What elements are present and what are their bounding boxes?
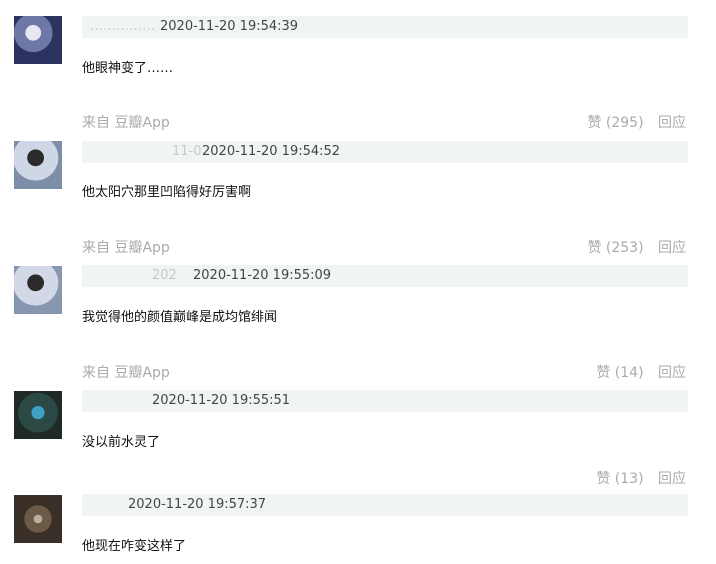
user-avatar-icon[interactable] xyxy=(14,266,62,314)
like-button[interactable]: 赞 (295) xyxy=(587,115,643,131)
comment-actions: 赞 (13) 回应 xyxy=(586,468,686,488)
comment-text: 他现在咋变这样了 xyxy=(82,539,187,554)
comment-meta: 赞 (13) 回应 xyxy=(82,468,690,488)
comment-source: 来自 豆瓣App xyxy=(82,240,170,256)
comment-text: 他太阳穴那里凹陷得好厉害啊 xyxy=(82,185,252,200)
comment-timestamp: 2020-11-20 19:54:52 xyxy=(202,144,341,159)
comment-source: 来自 豆瓣App xyxy=(82,365,170,381)
comment-actions: 赞 (253) 回应 xyxy=(577,237,686,257)
comment-timestamp: 2020-11-20 19:55:51 xyxy=(152,393,291,408)
comment-timestamp: 2020-11-20 19:55:09 xyxy=(193,268,332,283)
comment-time-bar: …………… 2020-11-20 19:54:39 xyxy=(82,16,688,38)
user-avatar-icon[interactable] xyxy=(14,495,62,543)
reply-button[interactable]: 回应 xyxy=(658,471,686,487)
like-button[interactable]: 赞 (253) xyxy=(587,240,643,256)
comment-actions: 赞 (14) 回应 xyxy=(586,362,686,382)
comment-meta: 来自 豆瓣App 赞 (295) 回应 xyxy=(82,112,690,132)
user-avatar-icon[interactable] xyxy=(14,16,62,64)
comment-timestamp: 2020-11-20 19:54:39 xyxy=(160,19,299,34)
comment-actions: 赞 (295) 回应 xyxy=(577,112,686,132)
like-button[interactable]: 赞 (13) xyxy=(596,471,643,487)
comment-time-bar: 202 2020-11-20 19:55:09 xyxy=(82,265,688,287)
comment-time-bar: 2020-11-20 19:55:51 xyxy=(82,390,688,412)
reply-button[interactable]: 回应 xyxy=(658,365,686,381)
comment-text: 没以前水灵了 xyxy=(82,435,161,450)
reply-button[interactable]: 回应 xyxy=(658,240,686,256)
user-avatar-icon[interactable] xyxy=(14,391,62,439)
comment-text: 我觉得他的颜值巅峰是成均馆绯闻 xyxy=(82,310,278,325)
comment-time-prefix: …………… xyxy=(90,19,155,34)
reply-button[interactable]: 回应 xyxy=(658,115,686,131)
comment-time-prefix: 11-0 xyxy=(172,144,202,159)
like-button[interactable]: 赞 (14) xyxy=(596,365,643,381)
comment-source: 来自 豆瓣App xyxy=(82,115,170,131)
comment-meta: 来自 豆瓣App 赞 (253) 回应 xyxy=(82,237,690,257)
comment-meta: 来自 豆瓣App 赞 (14) 回应 xyxy=(82,362,690,382)
comment-time-prefix: 202 xyxy=(152,268,177,283)
comment-time-bar: 2020-11-20 19:57:37 xyxy=(82,494,688,516)
comment-text: 他眼神变了…… xyxy=(82,61,174,76)
comment-timestamp: 2020-11-20 19:57:37 xyxy=(128,497,267,512)
user-avatar-icon[interactable] xyxy=(14,141,62,189)
comment-time-bar: 11-0 2020-11-20 19:54:52 xyxy=(82,141,688,163)
